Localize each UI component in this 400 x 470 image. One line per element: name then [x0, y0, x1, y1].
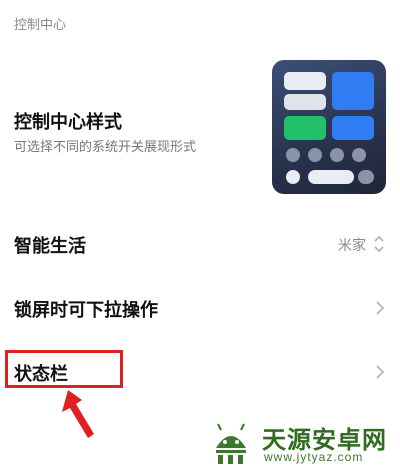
- preview-tile-green: [284, 116, 326, 140]
- control-center-style-item[interactable]: 控制中心样式 可选择不同的系统开关展现形式: [0, 50, 400, 210]
- watermark-url: www.jytyaz.com: [264, 450, 364, 464]
- preview-tile-blue-2: [332, 116, 374, 140]
- watermark: 天源安卓网 www.jytyaz.com: [206, 418, 396, 468]
- preview-tile-blue: [332, 72, 374, 110]
- preview-tile-white-2: [284, 94, 326, 110]
- chevron-right-icon: [376, 365, 385, 379]
- android-logo-icon: [216, 423, 246, 464]
- lock-screen-title: 锁屏时可下拉操作: [14, 300, 158, 321]
- preview-tile-white: [284, 72, 326, 90]
- red-arrow-icon: [62, 390, 94, 438]
- control-center-preview-image[interactable]: [272, 60, 386, 194]
- lock-screen-pulldown-item[interactable]: 锁屏时可下拉操作: [0, 286, 400, 330]
- preview-dot: [286, 148, 300, 162]
- preview-dot-white: [286, 170, 300, 184]
- preview-dot: [330, 148, 344, 162]
- smart-life-value: 米家: [338, 238, 366, 254]
- preview-dot: [308, 148, 322, 162]
- smart-life-item[interactable]: 智能生活 米家: [0, 222, 400, 266]
- chevron-updown-icon: [374, 235, 384, 253]
- preview-slider: [308, 170, 354, 184]
- style-title: 控制中心样式: [14, 112, 122, 133]
- chevron-right-icon: [376, 301, 385, 315]
- style-subtitle: 可选择不同的系统开关展现形式: [14, 140, 197, 155]
- section-title: 控制中心: [14, 18, 67, 33]
- smart-life-title: 智能生活: [14, 236, 86, 257]
- status-bar-highlight-box: [5, 350, 123, 388]
- preview-slider-end: [358, 170, 374, 184]
- preview-dot: [352, 148, 366, 162]
